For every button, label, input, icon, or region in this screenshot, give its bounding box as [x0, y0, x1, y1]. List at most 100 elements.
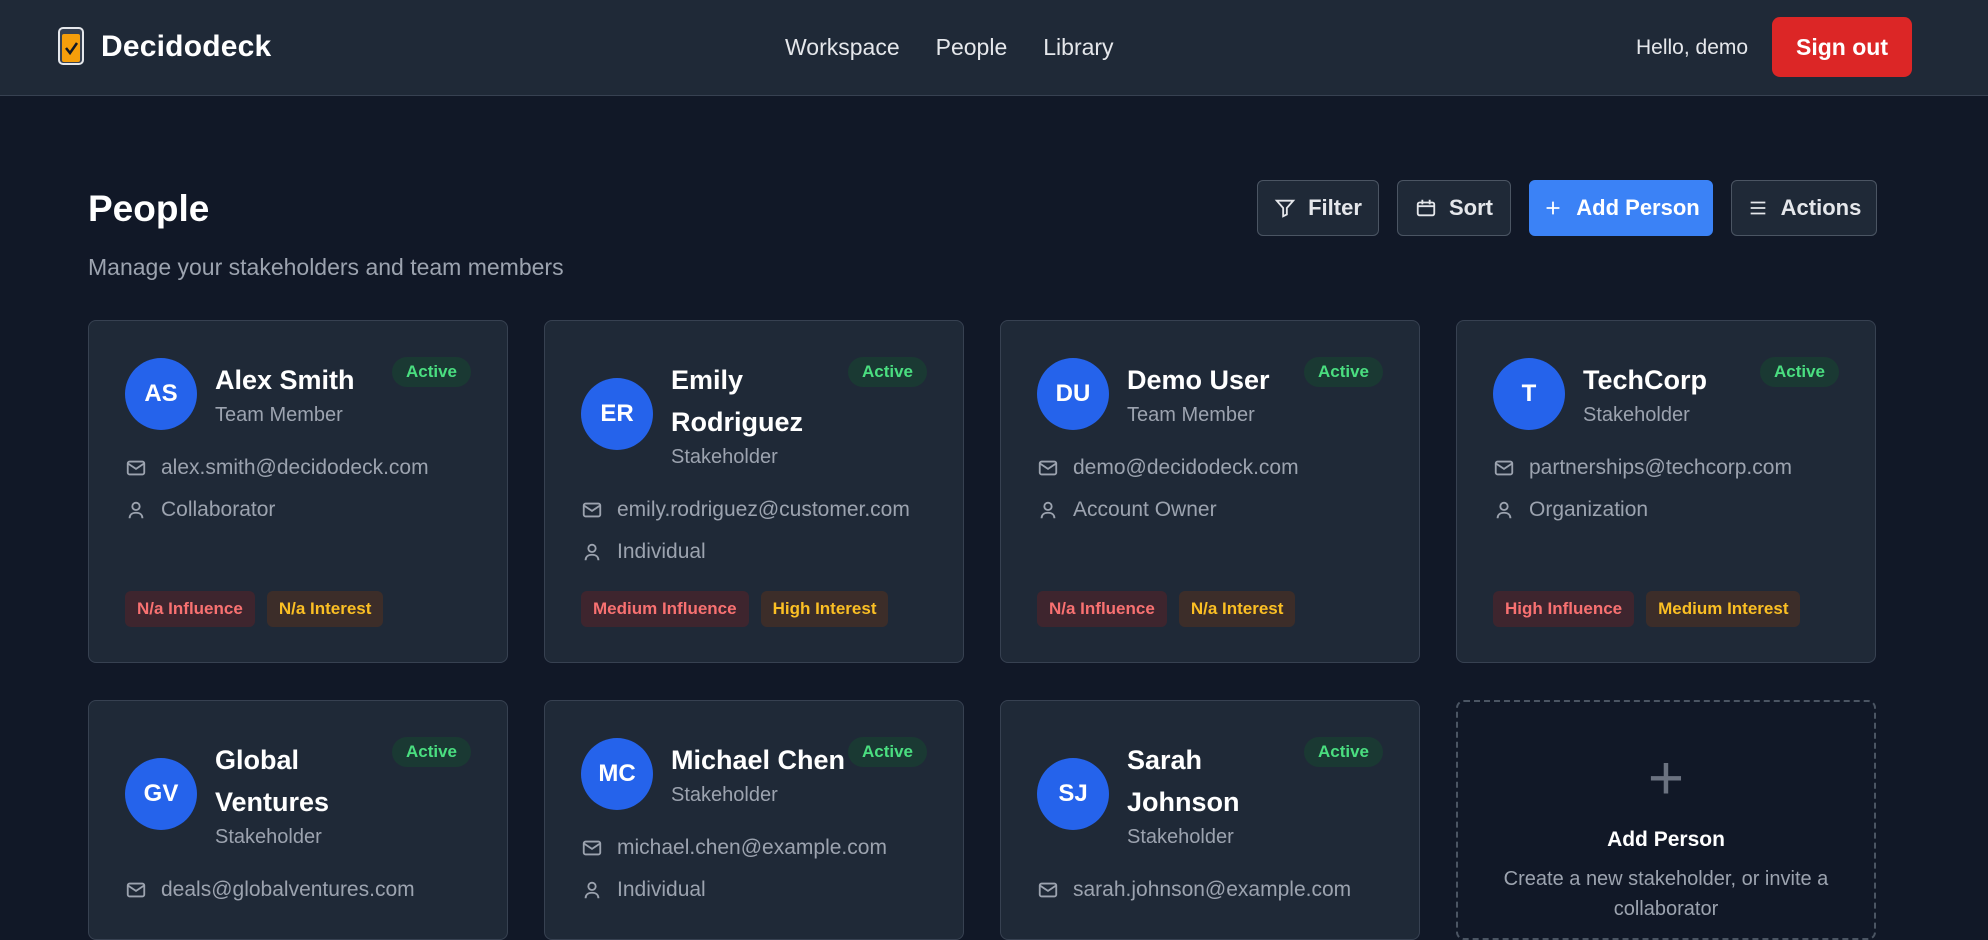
person-role: Stakeholder — [215, 826, 322, 848]
nav-library[interactable]: Library — [1043, 34, 1113, 61]
person-type: Collaborator — [125, 498, 275, 522]
person-name: Alex Smith — [215, 365, 355, 395]
mail-icon — [582, 840, 602, 856]
status-badge: Active — [847, 737, 927, 767]
user-greeting: Hello, demo — [1636, 36, 1749, 59]
interest-tag: High Interest — [760, 591, 889, 627]
person-role: Stakeholder — [671, 784, 778, 806]
mail-icon — [126, 460, 146, 476]
person-role: Stakeholder — [1583, 404, 1690, 426]
email-text: emily.rodriguez@customer.com — [617, 498, 910, 521]
interest-tag: N/a Interest — [266, 591, 384, 627]
menu-icon — [1750, 201, 1765, 215]
top-navbar: Decidodeck Workspace People Library Hell… — [0, 0, 1988, 96]
mail-icon — [126, 882, 146, 898]
person-email[interactable]: sarah.johnson@example.com — [1037, 878, 1351, 902]
nav-workspace[interactable]: Workspace — [785, 34, 900, 61]
person-card[interactable]: AS Alex Smith Team Member Active alex.sm… — [88, 320, 508, 663]
add-plus-icon: + — [1647, 744, 1685, 813]
avatar: DU — [1037, 358, 1109, 430]
person-card[interactable]: T TechCorp Stakeholder Active partnershi… — [1456, 320, 1876, 663]
person-email[interactable]: alex.smith@decidodeck.com — [125, 456, 429, 480]
page-title: People — [88, 188, 210, 229]
user-icon — [1496, 501, 1512, 519]
status-badge: Active — [1759, 357, 1839, 387]
add-card-title: Add Person — [1607, 828, 1725, 851]
person-email[interactable]: emily.rodriguez@customer.com — [581, 498, 910, 522]
mail-icon — [1038, 460, 1058, 476]
avatar: SJ — [1037, 758, 1109, 830]
type-text: Account Owner — [1073, 498, 1217, 521]
type-text: Individual — [617, 878, 706, 901]
brand-name: Decidodeck — [101, 30, 272, 63]
nav-people[interactable]: People — [936, 34, 1008, 61]
status-badge: Active — [1303, 357, 1383, 387]
person-card[interactable]: GV Global Ventures Stakeholder Active de… — [88, 700, 508, 940]
person-role: Stakeholder — [671, 446, 778, 468]
calendar-icon — [1416, 199, 1436, 217]
page-subtitle: Manage your stakeholders and team member… — [88, 254, 564, 280]
avatar: ER — [581, 378, 653, 450]
add-person-button[interactable]: Add Person — [1529, 180, 1713, 236]
logo-icon — [58, 27, 84, 65]
tags: Medium Influence High Interest — [581, 591, 889, 627]
person-email[interactable]: partnerships@techcorp.com — [1493, 456, 1792, 480]
status-badge: Active — [847, 357, 927, 387]
mail-icon — [1038, 882, 1058, 898]
person-card[interactable]: MC Michael Chen Stakeholder Active micha… — [544, 700, 964, 940]
plus-icon — [1546, 201, 1560, 215]
filter-button[interactable]: Filter — [1257, 180, 1379, 236]
sign-out-button[interactable]: Sign out — [1772, 17, 1912, 77]
status-badge: Active — [391, 357, 471, 387]
avatar: T — [1493, 358, 1565, 430]
add-person-card[interactable]: + Add Person Create a new stakeholder, o… — [1456, 700, 1876, 940]
person-type: Individual — [581, 540, 706, 564]
type-text: Organization — [1529, 498, 1649, 521]
person-name: TechCorp — [1583, 365, 1708, 395]
mail-icon — [582, 502, 602, 518]
person-role: Team Member — [1127, 404, 1255, 426]
user-icon — [584, 543, 600, 561]
brand[interactable]: Decidodeck — [55, 26, 271, 68]
email-text: michael.chen@example.com — [617, 836, 887, 859]
person-card[interactable]: ER Emily Rodriguez Stakeholder Active em… — [544, 320, 964, 663]
email-text: sarah.johnson@example.com — [1073, 878, 1352, 901]
type-text: Collaborator — [161, 498, 276, 521]
sort-label: Sort — [1449, 195, 1493, 220]
add-person-label: Add Person — [1576, 195, 1700, 220]
avatar: GV — [125, 758, 197, 830]
person-email[interactable]: deals@globalventures.com — [125, 878, 415, 902]
tags: High Influence Medium Interest — [1493, 591, 1801, 627]
person-name: Sarah Johnson — [1127, 745, 1240, 817]
person-card[interactable]: DU Demo User Team Member Active demo@dec… — [1000, 320, 1420, 663]
sort-button[interactable]: Sort — [1397, 180, 1511, 236]
person-name: Demo User — [1127, 365, 1270, 395]
influence-tag: High Influence — [1493, 591, 1635, 627]
user-icon — [584, 881, 600, 899]
user-icon — [128, 501, 144, 519]
actions-button[interactable]: Actions — [1731, 180, 1877, 236]
email-text: demo@decidodeck.com — [1073, 456, 1299, 479]
tags: N/a Influence N/a Interest — [125, 591, 384, 627]
person-name: Emily Rodriguez — [671, 365, 803, 437]
user-icon — [1040, 501, 1056, 519]
type-text: Individual — [617, 540, 706, 563]
email-text: alex.smith@decidodeck.com — [161, 456, 429, 479]
person-type: Account Owner — [1037, 498, 1217, 522]
add-card-description: Create a new stakeholder, or invite a co… — [1503, 868, 1829, 920]
mail-icon — [1494, 460, 1514, 476]
person-type: Organization — [1493, 498, 1648, 522]
person-card[interactable]: SJ Sarah Johnson Stakeholder Active sara… — [1000, 700, 1420, 940]
status-badge: Active — [391, 737, 471, 767]
interest-tag: Medium Interest — [1646, 591, 1801, 627]
influence-tag: N/a Influence — [125, 591, 255, 627]
person-email[interactable]: michael.chen@example.com — [581, 836, 887, 860]
tags: N/a Influence N/a Interest — [1037, 591, 1296, 627]
actions-label: Actions — [1780, 195, 1862, 220]
person-type: Individual — [581, 878, 706, 902]
person-name: Michael Chen — [671, 745, 846, 775]
person-email[interactable]: demo@decidodeck.com — [1037, 456, 1299, 480]
interest-tag: N/a Interest — [1178, 591, 1296, 627]
avatar: AS — [125, 358, 197, 430]
person-name: Global Ventures — [215, 745, 330, 817]
